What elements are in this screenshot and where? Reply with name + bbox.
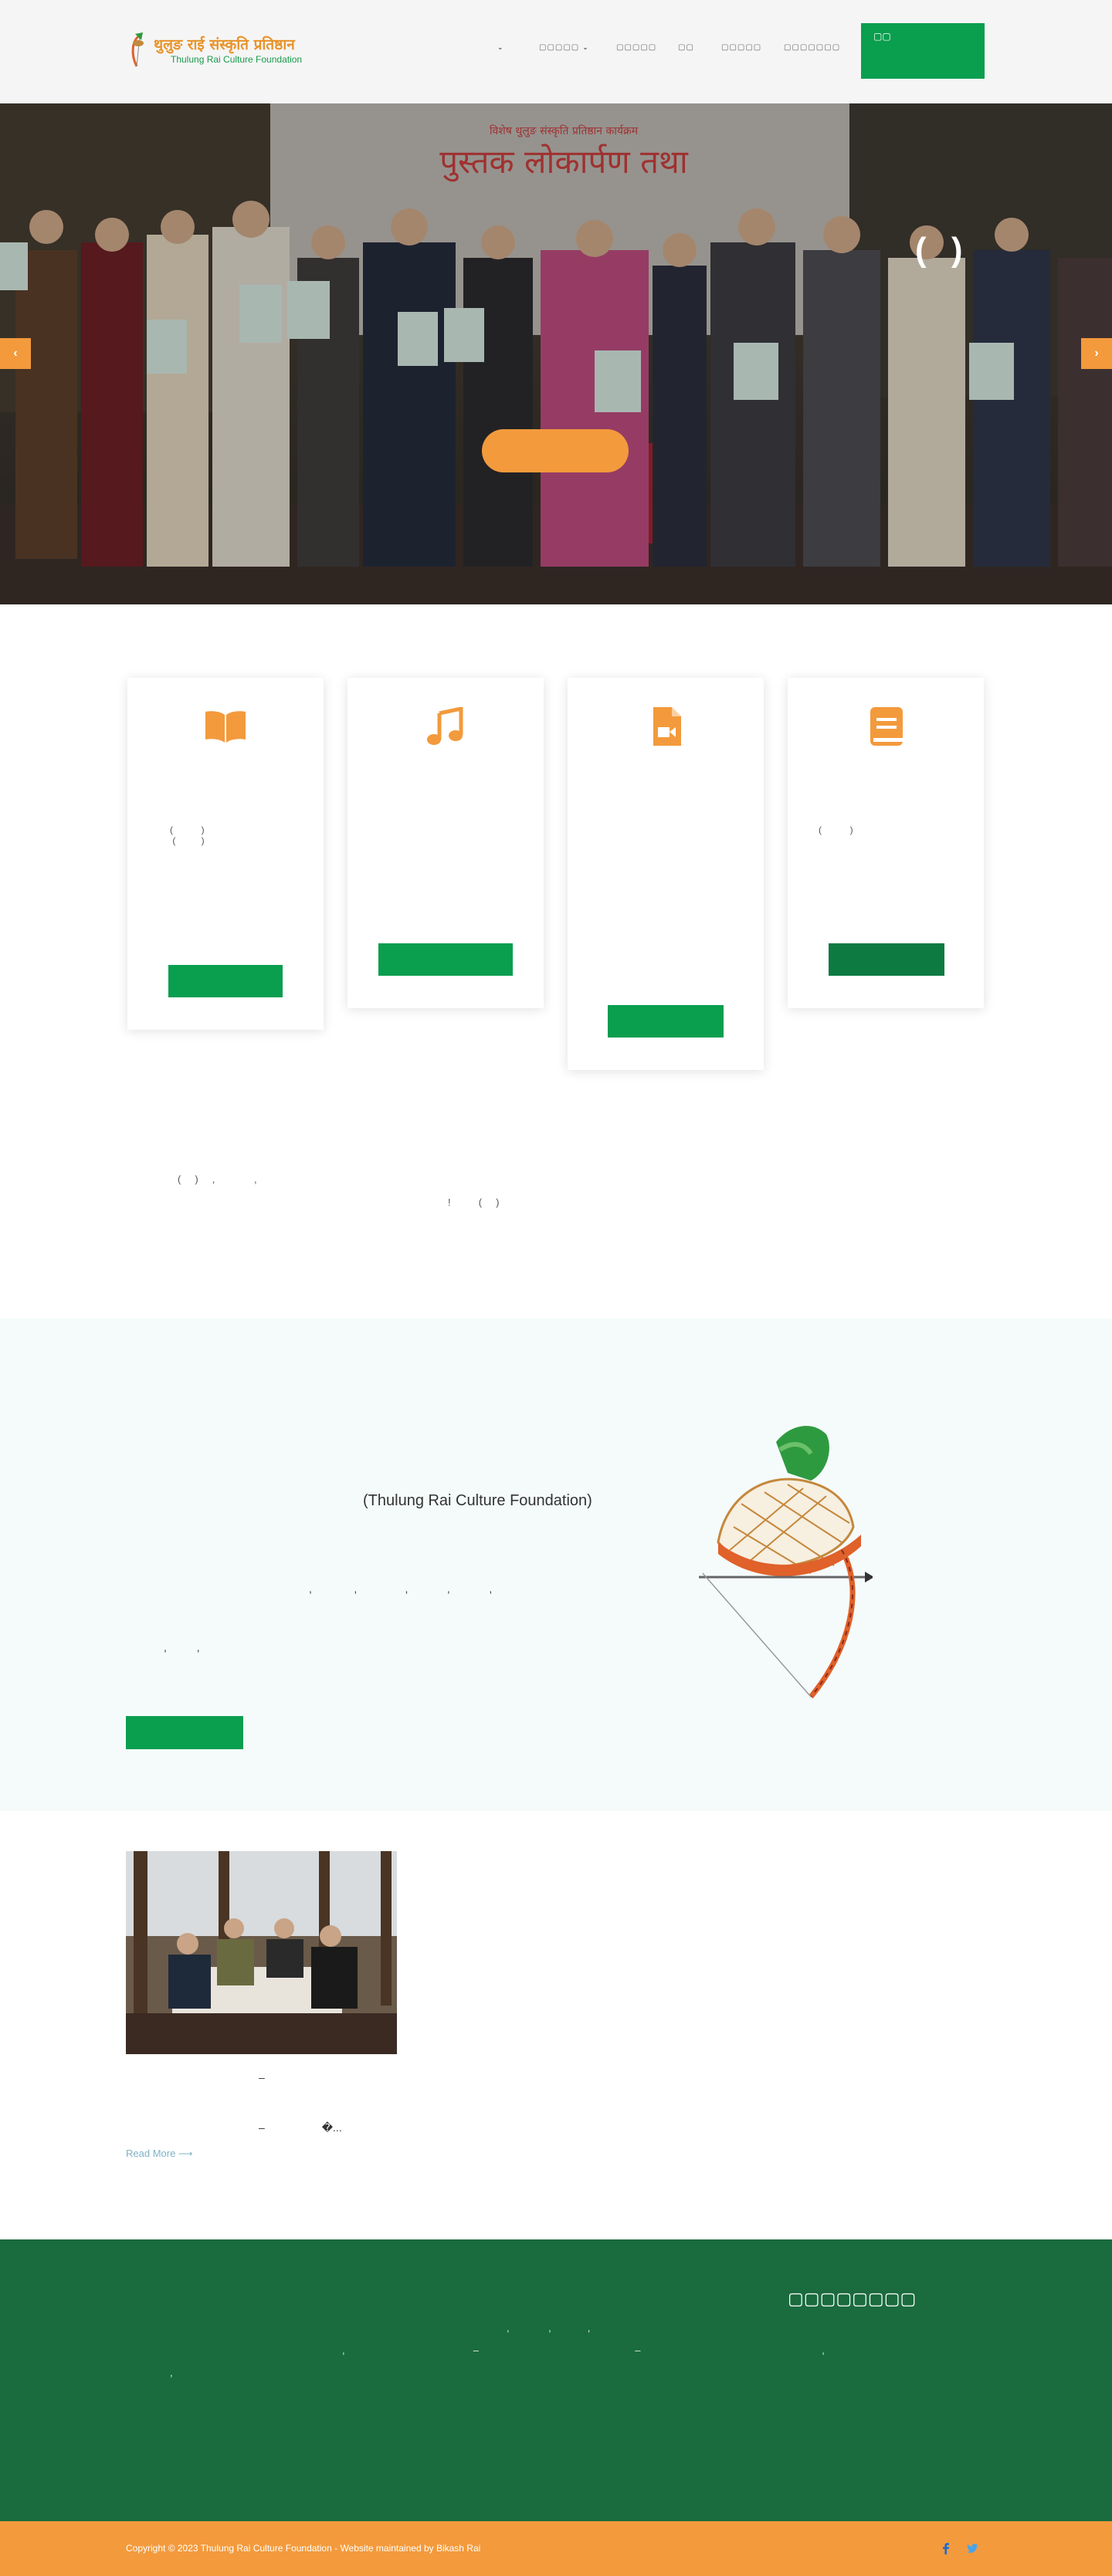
read-more-link[interactable]: Read More ⟶: [126, 2148, 193, 2160]
about-text-line-2: , ,: [164, 1641, 200, 1654]
footer-text-line-3: ,: [170, 2367, 173, 2378]
card-button[interactable]: [608, 1005, 724, 1038]
intro-text-line-2: ! ( ): [448, 1197, 500, 1208]
facebook-icon[interactable]: [939, 2541, 953, 2555]
nav-item-label: ▢▢▢▢▢: [539, 43, 580, 52]
service-card-video: [568, 678, 764, 1070]
donate-button[interactable]: ▢▢: [861, 23, 985, 79]
about-text-line-1: , , , , ,: [309, 1582, 493, 1595]
news-title[interactable]: –: [259, 2071, 265, 2083]
news-thumbnail[interactable]: [126, 1851, 397, 2054]
nav-item-label: ▢▢▢▢▢: [721, 43, 762, 52]
about-title: (Thulung Rai Culture Foundation): [363, 1492, 592, 1509]
nav-item-1[interactable]: ⌄: [494, 43, 504, 52]
service-card-books: ( ) ( ): [127, 678, 324, 1030]
card-button[interactable]: [829, 943, 944, 976]
card-text: ( ): [819, 824, 853, 835]
copyright-bar: Copyright © 2023 Thulung Rai Culture Fou…: [0, 2521, 1112, 2576]
logo-subtitle: Thulung Rai Culture Foundation: [171, 54, 303, 65]
hero-heading: ( ): [915, 231, 971, 269]
footer-text-line-1: , , ,: [507, 2322, 591, 2334]
nav-item-6[interactable]: ▢▢▢▢▢▢▢: [784, 43, 840, 52]
service-card-library: ( ): [788, 678, 984, 1008]
news-excerpt: – �...: [259, 2121, 342, 2134]
card-button[interactable]: [168, 965, 283, 997]
hero-slider: पुस्तक लोकार्पण तथा विशेष थुलुङ संस्कृति…: [0, 103, 1112, 604]
hero-cta-button[interactable]: [482, 429, 629, 472]
chevron-down-icon: ⌄: [582, 43, 589, 51]
site-logo[interactable]: थुलुङ राई संस्कृति प्रतिष्ठान Thulung Ra…: [126, 28, 319, 74]
nav-item-3[interactable]: ▢▢▢▢▢: [616, 43, 656, 52]
music-note-icon: [427, 707, 463, 745]
book-open-icon: [205, 711, 246, 743]
footer-text-line-2: , – – ,: [342, 2344, 825, 2356]
intro-text-line-1: ( ) , ,: [178, 1173, 257, 1185]
video-file-icon: [653, 707, 681, 746]
card-text: ( ) ( ): [170, 824, 205, 846]
twitter-icon[interactable]: [965, 2541, 979, 2555]
slider-prev-button[interactable]: ‹: [0, 338, 31, 369]
bow-and-basket-illustration: [699, 1426, 873, 1699]
nav-item-label: ▢▢▢▢▢: [616, 43, 657, 52]
card-button[interactable]: [378, 943, 513, 976]
book-icon: [870, 707, 903, 746]
about-read-more-button[interactable]: [126, 1716, 243, 1749]
service-card-music: [348, 678, 544, 1008]
site-footer: ▢▢▢▢▢▢▢▢ , , , , – – , ,: [0, 2239, 1112, 2521]
nav-item-4[interactable]: ▢▢: [678, 43, 694, 52]
slider-next-button[interactable]: ›: [1081, 338, 1112, 369]
nav-item-label: ▢▢▢▢▢▢▢: [784, 43, 841, 52]
copyright-text: Copyright © 2023 Thulung Rai Culture Fou…: [126, 2543, 481, 2554]
logo-title: थुलुङ राई संस्कृति प्रतिष्ठान: [154, 36, 295, 53]
footer-heading: ▢▢▢▢▢▢▢▢: [788, 2289, 917, 2308]
hero-overlay: [0, 103, 1112, 604]
chevron-down-icon: ⌄: [497, 43, 504, 51]
about-section: (Thulung Rai Culture Foundation) , , , ,…: [0, 1318, 1112, 1811]
nav-item-5[interactable]: ▢▢▢▢▢: [721, 43, 761, 52]
site-header: थुलुङ राई संस्कृति प्रतिष्ठान Thulung Ra…: [0, 0, 1112, 103]
logo-bow-icon: [131, 32, 144, 67]
nav-item-label: ▢▢: [678, 43, 694, 52]
nav-item-2[interactable]: ▢▢▢▢▢ ⌄: [539, 43, 589, 52]
